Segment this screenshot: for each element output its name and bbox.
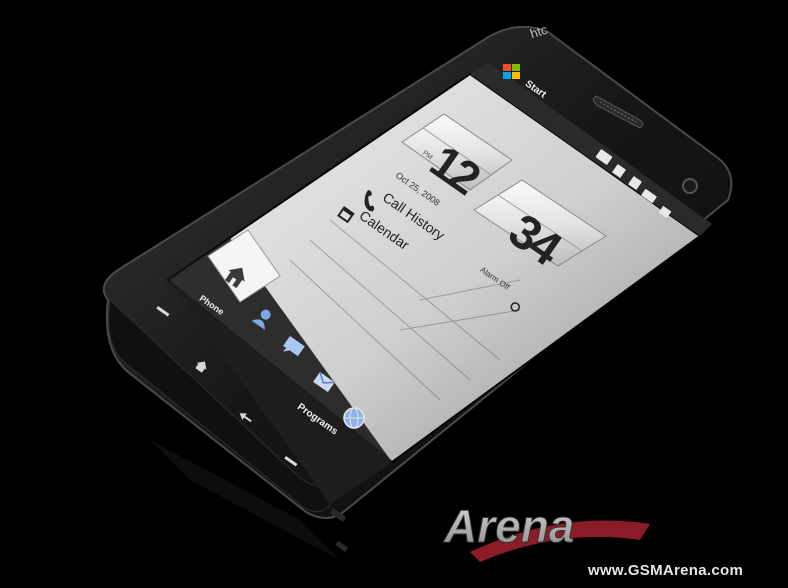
side-button-lower <box>335 540 349 552</box>
gsmarena-logo-text: Arena <box>443 500 574 552</box>
gsmarena-url: www.GSMArena.com <box>588 562 744 579</box>
phone-photo-scene: Arena <box>102 25 733 562</box>
globe-icon <box>343 407 365 429</box>
front-camera <box>682 178 698 194</box>
gsmarena-logo: Arena <box>443 500 650 562</box>
